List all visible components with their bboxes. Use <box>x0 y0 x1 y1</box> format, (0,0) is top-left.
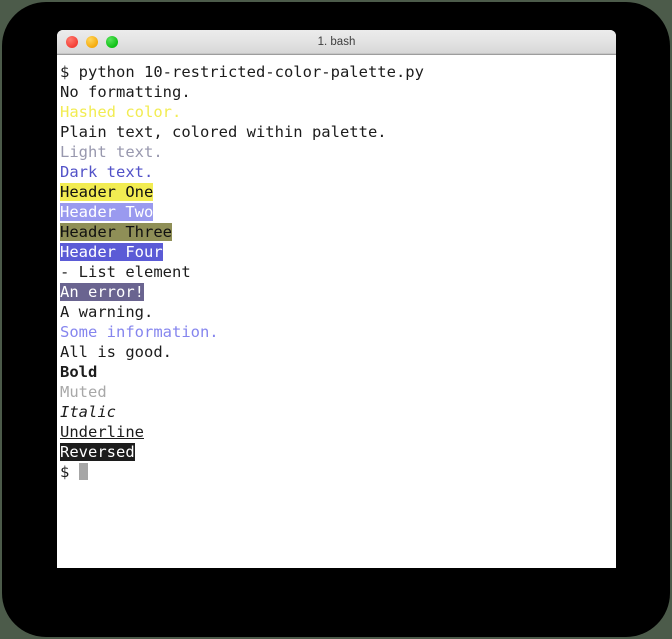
header-one-text: Header One <box>60 183 154 201</box>
terminal-line-plain-colored: Plain text, colored within palette. <box>60 122 616 142</box>
command-line-text: $ python 10-restricted-color-palette.py <box>60 63 424 81</box>
text-cursor[interactable] <box>78 463 88 480</box>
italic-line-text: Italic <box>60 403 116 421</box>
window-controls <box>66 36 118 48</box>
bold-line-text: Bold <box>60 363 98 381</box>
minimize-button-icon[interactable] <box>86 36 98 48</box>
terminal-line-header-one: Header One <box>60 182 616 202</box>
terminal-line-light-text: Light text. <box>60 142 616 162</box>
header-two-text: Header Two <box>60 203 154 221</box>
reversed-line-text: Reversed <box>60 443 135 461</box>
plain-colored-text: Plain text, colored within palette. <box>60 123 387 141</box>
close-button-icon[interactable] <box>66 36 78 48</box>
terminal-line-italic-line: Italic <box>60 402 616 422</box>
terminal-line-success-line: All is good. <box>60 342 616 362</box>
list-element-text: - List element <box>60 263 191 281</box>
terminal-line-no-formatting: No formatting. <box>60 82 616 102</box>
terminal-line-header-four: Header Four <box>60 242 616 262</box>
window-titlebar[interactable]: 1. bash <box>57 30 616 55</box>
maximize-button-icon[interactable] <box>106 36 118 48</box>
prompt-line: $ <box>60 462 616 482</box>
header-three-text: Header Three <box>60 223 172 241</box>
muted-line-text: Muted <box>60 383 107 401</box>
terminal-line-header-two: Header Two <box>60 202 616 222</box>
prompt-symbol: $ <box>60 463 79 481</box>
error-line-text: An error! <box>60 283 144 301</box>
header-four-text: Header Four <box>60 243 163 261</box>
warning-line-text: A warning. <box>60 303 154 321</box>
terminal-line-info-line: Some information. <box>60 322 616 342</box>
terminal-line-error-line: An error! <box>60 282 616 302</box>
no-formatting-text: No formatting. <box>60 83 191 101</box>
hashed-color-text: Hashed color. <box>60 103 182 121</box>
terminal-line-list-element: - List element <box>60 262 616 282</box>
terminal-line-header-three: Header Three <box>60 222 616 242</box>
terminal-line-reversed-line: Reversed <box>60 442 616 462</box>
terminal-line-bold-line: Bold <box>60 362 616 382</box>
terminal-lines: $ python 10-restricted-color-palette.py N… <box>60 62 616 462</box>
terminal-line-command-line: $ python 10-restricted-color-palette.py <box>60 62 616 82</box>
light-text-text: Light text. <box>60 143 163 161</box>
terminal-line-hashed-color: Hashed color. <box>60 102 616 122</box>
terminal-line-dark-text: Dark text. <box>60 162 616 182</box>
info-line-text: Some information. <box>60 323 219 341</box>
underline-line-text: Underline <box>60 423 144 441</box>
terminal-output[interactable]: $ python 10-restricted-color-palette.py N… <box>57 55 616 562</box>
terminal-line-warning-line: A warning. <box>60 302 616 322</box>
dark-text-text: Dark text. <box>60 163 154 181</box>
screen: 1. bash $ python 10-restricted-color-pal… <box>0 0 672 639</box>
success-line-text: All is good. <box>60 343 172 361</box>
window-title: 1. bash <box>317 36 356 48</box>
terminal-line-muted-line: Muted <box>60 382 616 402</box>
terminal-line-underline-line: Underline <box>60 422 616 442</box>
terminal-window: 1. bash $ python 10-restricted-color-pal… <box>57 30 616 568</box>
